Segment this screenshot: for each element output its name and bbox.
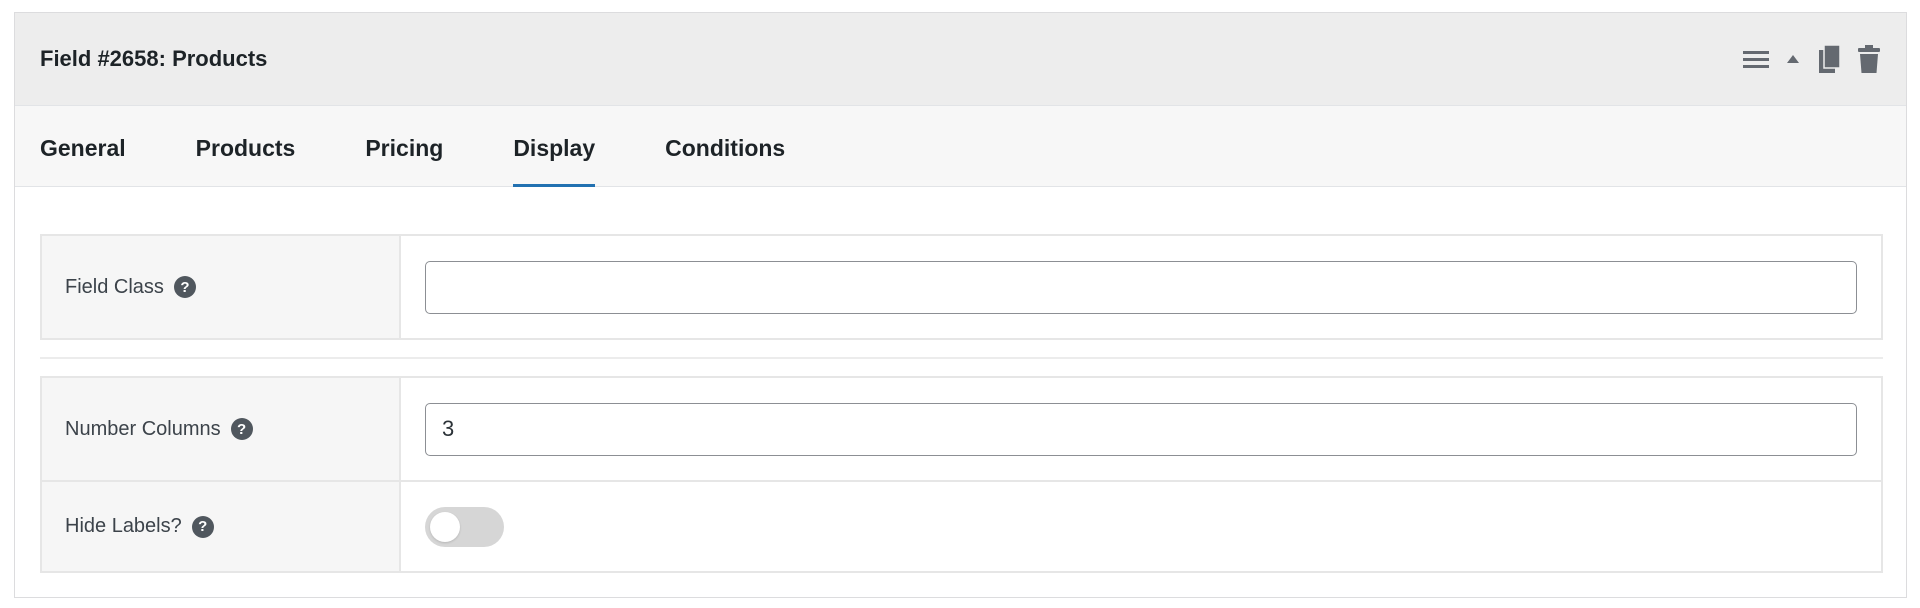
field-class-input[interactable] [425, 260, 1857, 314]
help-icon[interactable]: ? [230, 418, 253, 440]
tab-content-display: Field Class ? Number Columns ? 3 Hide La… [15, 187, 1906, 573]
field-class-value-cell [401, 236, 1881, 338]
number-columns-value-cell [401, 378, 1881, 480]
collapse-arrow-icon[interactable] [1784, 52, 1802, 66]
field-class-label: Field Class [65, 275, 164, 298]
field-group-class: Field Class ? [40, 234, 1883, 340]
number-columns-input[interactable] [425, 402, 1857, 456]
tab-products[interactable]: Products [196, 106, 296, 186]
field-row-hide-labels: Hide Labels? ? [42, 480, 1881, 571]
hide-labels-value-cell [401, 482, 1881, 571]
field-row-number-columns: Number Columns ? [42, 378, 1881, 480]
field-panel: Field #2658: Products General Products P… [14, 12, 1907, 598]
number-columns-label-cell: Number Columns ? [42, 378, 401, 480]
divider [40, 357, 1883, 359]
hide-labels-toggle[interactable] [425, 506, 504, 547]
hide-labels-label: Hide Labels? [65, 515, 182, 537]
tab-bar: General Products Pricing Display Conditi… [15, 106, 1906, 187]
tab-conditions[interactable]: Conditions [665, 106, 785, 186]
field-group-layout: Number Columns ? Hide Labels? ? [40, 376, 1883, 573]
header-actions [1742, 43, 1882, 75]
menu-icon[interactable] [1742, 48, 1770, 70]
panel-title: Field #2658: Products [40, 46, 268, 71]
duplicate-icon[interactable] [1816, 43, 1842, 75]
field-row-field-class: Field Class ? [42, 236, 1881, 338]
toggle-knob [430, 511, 460, 542]
trash-icon[interactable] [1856, 43, 1882, 75]
tab-pricing[interactable]: Pricing [365, 106, 443, 186]
number-columns-label: Number Columns [65, 417, 221, 440]
panel-header: Field #2658: Products [15, 13, 1906, 106]
field-class-label-cell: Field Class ? [42, 236, 401, 338]
help-icon[interactable]: ? [173, 276, 196, 298]
help-icon[interactable]: ? [191, 515, 214, 538]
tab-display[interactable]: Display [513, 106, 595, 187]
hide-labels-label-cell: Hide Labels? ? [42, 482, 401, 571]
tab-general[interactable]: General [40, 106, 126, 186]
